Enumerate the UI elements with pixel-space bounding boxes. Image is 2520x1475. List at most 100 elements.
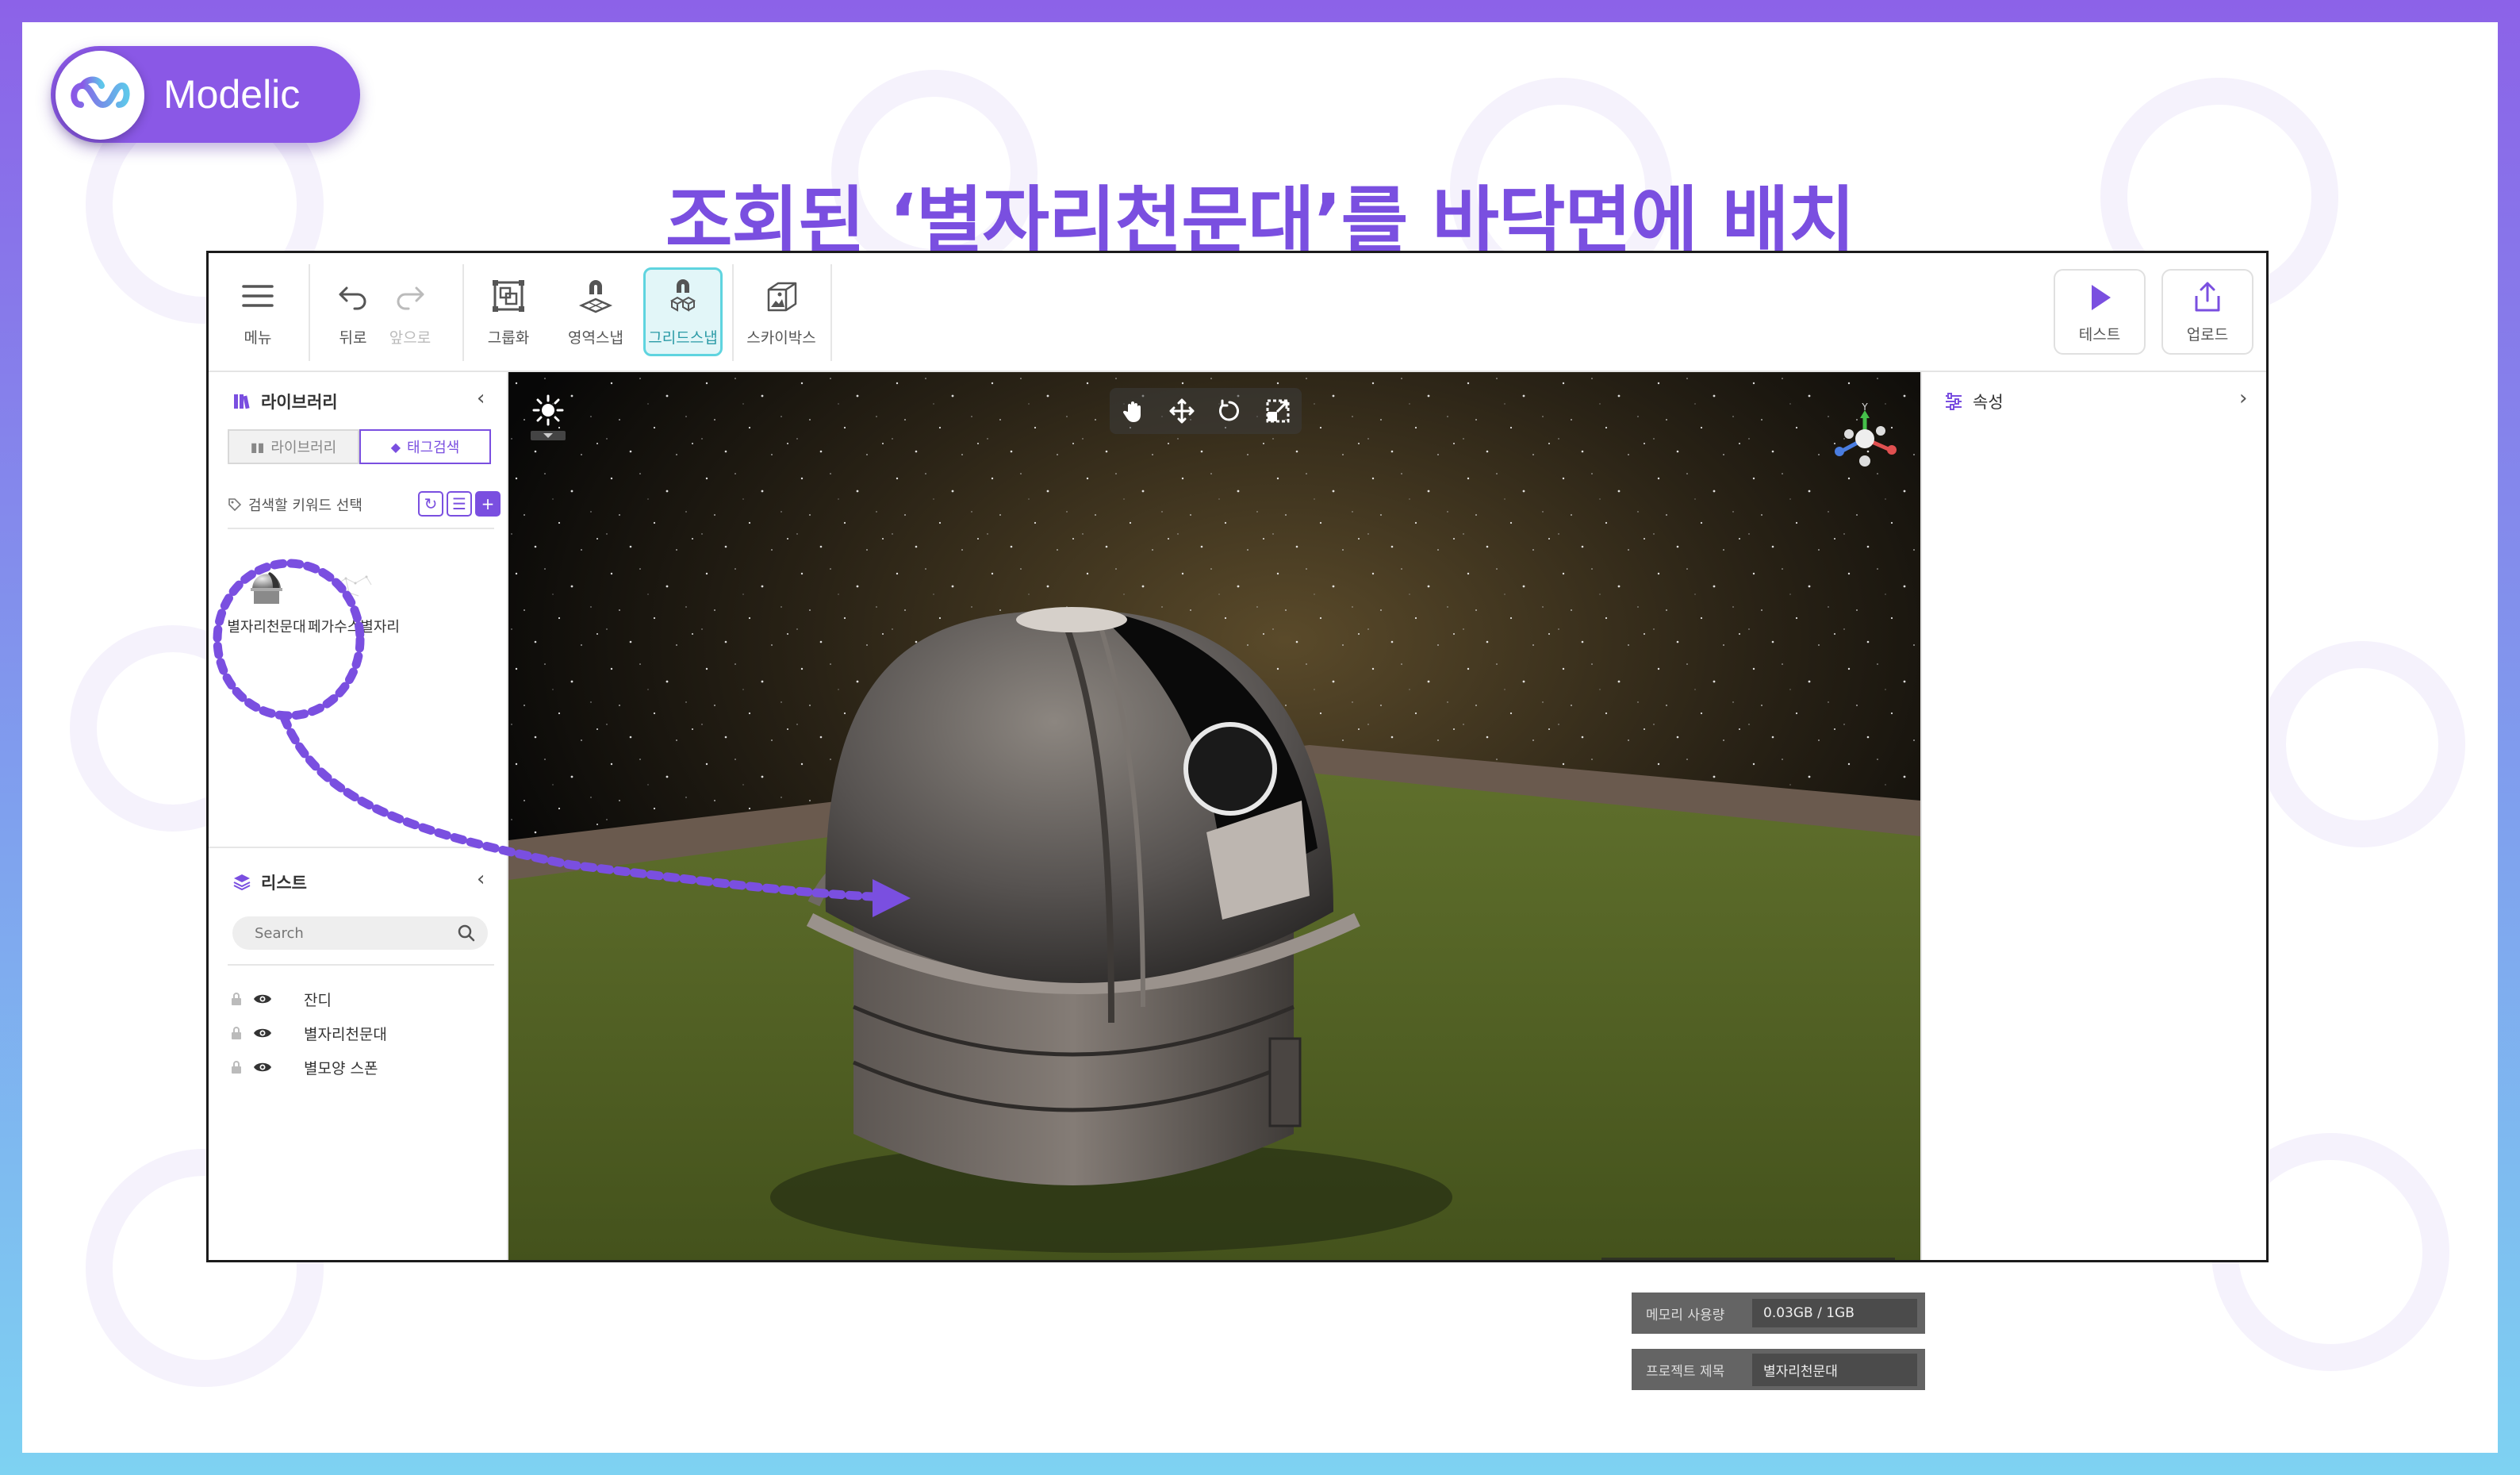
properties-header: 속성 [1944,390,2004,413]
move-arrows-icon[interactable] [1168,398,1195,424]
3d-viewport[interactable]: Y [508,372,1920,1260]
tag-tab-icon: ◆ [390,439,401,455]
divider [228,964,494,966]
properties-title: 속성 [1973,393,2004,412]
observatory-thumbnail-icon [251,572,282,604]
list-icon: ☰ [452,494,466,513]
expand-properties-chevron-icon[interactable]: › [2239,386,2247,410]
tab-tag-search[interactable]: ◆ 태그검색 [359,429,491,464]
undo-icon [339,286,366,309]
upload-button[interactable]: 업로드 [2161,269,2253,355]
toolbar-divider [309,264,310,361]
redo-icon [397,286,424,309]
list-item-label: 잔디 [304,991,332,1009]
lighting-sun-icon[interactable] [526,393,570,444]
group-icon [493,279,524,312]
refresh-keywords-button[interactable]: ↻ [418,491,443,517]
library-title: 라이브러리 [261,393,338,412]
brand-logo-icon [56,51,144,140]
list-header: 리스트 [232,870,307,894]
skybox-label: 스카이박스 [746,328,816,347]
transform-toolbar [1110,388,1302,434]
eye-icon[interactable] [253,1027,272,1039]
redo-button[interactable]: 앞으로 [370,267,450,356]
list-title: 리스트 [261,874,307,893]
sliders-icon [1946,393,1962,410]
test-label: 테스트 [2078,325,2121,344]
divider [228,528,494,529]
keyword-row: 검색할 키워드 선택 ↻ ☰ + [228,491,501,518]
library-item-name: 페가수스별자리 [308,619,400,636]
keyword-label-text: 검색할 키워드 선택 [248,497,362,514]
upload-icon [2195,282,2220,311]
project-title-readout: 프로젝트 제목 별자리천문대 [1632,1349,1925,1390]
watermark-shape [2259,641,2465,847]
tab-tag-search-label: 태그검색 [407,440,460,456]
list-view-button[interactable]: ☰ [447,491,472,517]
library-header: 라이브러리 [232,390,338,413]
memory-usage-label: 메모리 사용량 [1646,1307,1725,1323]
lock-icon[interactable] [231,1027,242,1039]
list-item-label: 별자리천문대 [304,1025,387,1043]
tag-icon [228,498,242,512]
eye-icon[interactable] [253,993,272,1005]
collapse-list-chevron-icon[interactable]: ‹ [477,867,485,891]
project-title-label: 프로젝트 제목 [1646,1363,1725,1380]
menu-button[interactable]: 메뉴 [218,267,297,356]
library-tabs: ▮▮ 라이브러리 ◆ 태그검색 [228,429,491,464]
search-input[interactable] [255,916,453,950]
refresh-icon: ↻ [424,494,438,513]
tab-library[interactable]: ▮▮ 라이브러리 [228,429,359,464]
editor-window: 메뉴 뒤로 앞으로 그룹화 영역스냅 그리드스냅 스카이박스 테스트 업로드 라… [206,251,2269,1262]
axis-gizmo-icon[interactable]: Y [1825,399,1904,486]
skybox-icon [767,282,797,311]
keyword-label[interactable]: 검색할 키워드 선택 [228,494,362,515]
grid-snap-label: 그리드스냅 [648,328,718,347]
toolbar-divider [830,264,832,361]
rotate-icon[interactable] [1216,398,1243,424]
list-item[interactable]: 잔디 [228,985,332,1013]
upload-label: 업로드 [2186,325,2229,344]
layers-icon [233,874,251,891]
library-tab-icon: ▮▮ [250,439,265,455]
scene-render [508,372,1920,1260]
library-books-icon [234,394,250,409]
magnet-grid-icon [669,278,696,312]
collapse-library-chevron-icon[interactable]: ‹ [477,386,485,410]
test-button[interactable]: 테스트 [2054,269,2146,355]
tab-library-label: 라이브러리 [270,440,337,456]
grid-snap-button[interactable]: 그리드스냅 [643,267,723,356]
left-panel: 라이브러리 ‹ ▮▮ 라이브러리 ◆ 태그검색 검색할 키워드 선택 ↻ ☰ + [209,372,508,1260]
redo-label: 앞으로 [389,328,432,347]
scale-icon[interactable] [1264,398,1291,424]
lock-icon[interactable] [231,993,242,1005]
play-icon [2092,284,2111,310]
brand-logo: Modelic [51,46,360,143]
constellation-thumbnail-icon [335,575,372,597]
area-snap-label: 영역스냅 [568,328,623,347]
hand-pan-icon[interactable] [1120,398,1147,424]
area-snap-button[interactable]: 영역스냅 [556,267,635,356]
skybox-button[interactable]: 스카이박스 [742,267,821,356]
add-keyword-button[interactable]: + [475,491,501,517]
undo-label: 뒤로 [339,328,367,347]
toolbar-divider [732,264,734,361]
search-icon[interactable] [456,923,477,943]
menu-label: 메뉴 [244,328,272,347]
library-item-pegasus[interactable]: 페가수스별자리 [302,561,405,636]
brand-name: Modelic [163,72,301,117]
lock-icon[interactable] [231,1061,242,1074]
memory-usage-readout: 메모리 사용량 0.03GB / 1GB [1632,1293,1925,1334]
plus-icon: + [481,494,495,513]
group-button[interactable]: 그룹화 [469,267,548,356]
list-item[interactable]: 별모양 스폰 [228,1053,378,1081]
list-item[interactable]: 별자리천문대 [228,1019,387,1047]
memory-usage-value: 0.03GB / 1GB [1752,1299,1917,1327]
divider [209,847,508,848]
eye-icon[interactable] [253,1061,272,1074]
magnet-area-icon [578,279,613,313]
toolbar: 메뉴 뒤로 앞으로 그룹화 영역스냅 그리드스냅 스카이박스 테스트 업로드 [209,253,2266,372]
memory-usage-panel [1601,1258,1895,1260]
list-item-label: 별모양 스폰 [304,1059,378,1077]
project-title-value: 별자리천문대 [1752,1353,1917,1386]
